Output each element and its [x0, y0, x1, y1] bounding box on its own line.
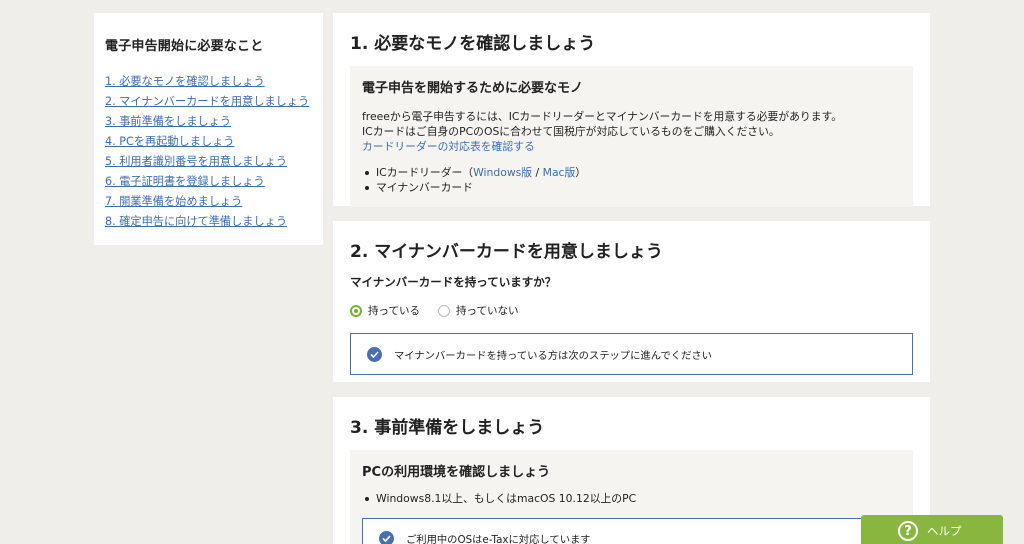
- os-requirement: Windows8.1以上、もしくはmacOS 10.12以上のPC: [376, 492, 637, 505]
- help-button[interactable]: ? ヘルプ: [861, 515, 1003, 544]
- step3-panel: PCの利用環境を確認しましょう Windows8.1以上、もしくはmacOS 1…: [350, 450, 913, 544]
- sidebar-link-step4[interactable]: 4. PCを再起動しましょう: [105, 135, 234, 148]
- sidebar-item: 1. 必要なモノを確認しましょう: [105, 72, 311, 92]
- step2-notice-text: マイナンバーカードを持っている方は次のステップに進んでください: [394, 349, 712, 362]
- sidebar-item: 3. 事前準備をしましょう: [105, 112, 311, 132]
- check-circle-icon: [367, 346, 382, 362]
- sidebar-title: 電子申告開始に必要なこと: [105, 39, 264, 54]
- radio-checked-icon[interactable]: [350, 304, 362, 317]
- sidebar-item: 4. PCを再起動しましょう: [105, 132, 311, 152]
- environment-list: Windows8.1以上、もしくはmacOS 10.12以上のPC: [362, 491, 901, 506]
- sidebar-item: 2. マイナンバーカードを用意しましょう: [105, 92, 311, 112]
- list-item: マイナンバーカード: [362, 180, 901, 195]
- sidebar-link-step6[interactable]: 6. 電子証明書を登録しましょう: [105, 175, 265, 188]
- check-circle-icon: [379, 530, 394, 544]
- sidebar-link-step1[interactable]: 1. 必要なモノを確認しましょう: [105, 75, 265, 88]
- required-items-list: ICカードリーダー（Windows版 / Mac版） マイナンバーカード: [362, 165, 901, 195]
- step1-panel-title: 電子申告を開始するために必要なモノ: [362, 81, 584, 96]
- step3-title: 3. 事前準備をしましょう: [350, 418, 545, 438]
- radio-unchecked-icon[interactable]: [437, 304, 450, 317]
- card-reader-compat-link[interactable]: カードリーダーの対応表を確認する: [362, 140, 535, 153]
- sidebar-link-step2[interactable]: 2. マイナンバーカードを用意しましょう: [105, 95, 309, 108]
- sidebar-item: 6. 電子証明書を登録しましょう: [105, 172, 311, 192]
- ic-reader-label: ICカードリーダー（: [376, 166, 474, 179]
- step1-text1: freeeから電子申告するには、ICカードリーダーとマイナンバーカードを用意する…: [362, 110, 843, 123]
- step3-panel-title: PCの利用環境を確認しましょう: [362, 465, 551, 480]
- radio-have[interactable]: 持っている: [350, 303, 420, 318]
- step1-title: 1. 必要なモノを確認しましょう: [350, 34, 596, 54]
- step1-text2: ICカードはご自身のPCのOSに合わせて国税庁が対応しているものをご購入ください…: [362, 125, 780, 138]
- link-separator: /: [532, 166, 543, 179]
- question-circle-icon: ?: [898, 521, 918, 541]
- mynumber-question: マイナンバーカードを持っていますか？: [350, 275, 557, 289]
- step3-notice-text: ご利用中のOSはe-Taxに対応しています: [406, 533, 591, 544]
- sidebar-link-step8[interactable]: 8. 確定申告に向けて準備しましょう: [105, 215, 287, 228]
- step3-notice: ご利用中のOSはe-Taxに対応しています: [362, 518, 901, 544]
- step3-card: 3. 事前準備をしましょう PCの利用環境を確認しましょう Windows8.1…: [333, 397, 930, 544]
- sidebar-link-step5[interactable]: 5. 利用者識別番号を用意しましょう: [105, 155, 287, 168]
- sidebar-item: 7. 開業準備を始めましょう: [105, 192, 311, 212]
- ic-reader-suffix: ）: [575, 166, 587, 179]
- sidebar-nav: 1. 必要なモノを確認しましょう 2. マイナンバーカードを用意しましょう 3.…: [105, 72, 311, 232]
- sidebar-item: 5. 利用者識別番号を用意しましょう: [105, 152, 311, 172]
- list-item: ICカードリーダー（Windows版 / Mac版）: [362, 165, 901, 180]
- sidebar-link-step7[interactable]: 7. 開業準備を始めましょう: [105, 195, 242, 208]
- radio-not-have[interactable]: 持っていない: [437, 303, 519, 318]
- mynumber-radio-group: 持っている 持っていない: [350, 303, 913, 318]
- list-item: Windows8.1以上、もしくはmacOS 10.12以上のPC: [362, 491, 901, 506]
- step1-panel: 電子申告を開始するために必要なモノ freeeから電子申告するには、ICカードリ…: [350, 66, 913, 207]
- sidebar-item: 8. 確定申告に向けて準備しましょう: [105, 212, 311, 232]
- radio-not-have-label: 持っていない: [455, 305, 519, 317]
- step2-card: 2. マイナンバーカードを用意しましょう マイナンバーカードを持っていますか？ …: [333, 221, 930, 382]
- sidebar-link-step3[interactable]: 3. 事前準備をしましょう: [105, 115, 231, 128]
- step2-title: 2. マイナンバーカードを用意しましょう: [350, 242, 663, 262]
- help-label: ヘルプ: [927, 524, 962, 538]
- mac-link[interactable]: Mac版: [543, 166, 576, 179]
- step2-notice: マイナンバーカードを持っている方は次のステップに進んでください: [350, 333, 913, 375]
- radio-have-label: 持っている: [368, 305, 420, 317]
- step1-card: 1. 必要なモノを確認しましょう 電子申告を開始するために必要なモノ freee…: [333, 13, 930, 207]
- mynumber-card-label: マイナンバーカード: [376, 181, 473, 194]
- sidebar: 電子申告開始に必要なこと 1. 必要なモノを確認しましょう 2. マイナンバーカ…: [94, 13, 323, 245]
- windows-link[interactable]: Windows版: [473, 166, 532, 179]
